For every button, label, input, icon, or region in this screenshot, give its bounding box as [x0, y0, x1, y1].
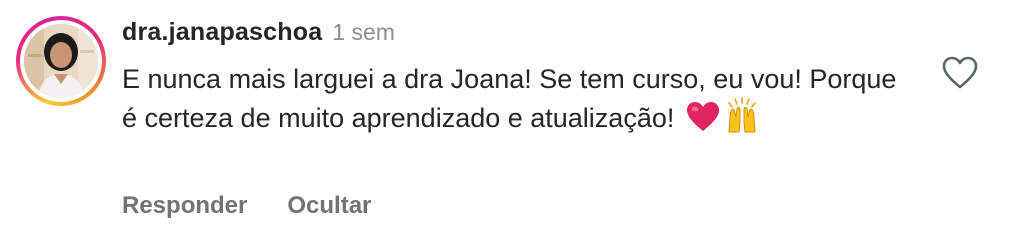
avatar-border	[20, 20, 102, 102]
reply-button[interactable]: Responder	[122, 192, 247, 220]
comment-text: E nunca mais larguei a dra Joana! Se tem…	[122, 64, 897, 133]
username[interactable]: dra.janapaschoa	[122, 18, 322, 47]
avatar-photo	[24, 24, 98, 98]
avatar[interactable]	[24, 24, 98, 98]
comment-header: dra.janapaschoa 1 sem	[122, 18, 922, 52]
like-heart-icon[interactable]	[942, 56, 978, 90]
heart-icon	[686, 101, 720, 142]
hide-button[interactable]: Ocultar	[287, 192, 371, 220]
comment-body: E nunca mais larguei a dra Joana! Se tem…	[122, 62, 912, 142]
story-ring[interactable]	[16, 16, 106, 106]
raised-hands-icon	[724, 97, 760, 142]
comment-actions: Responder Ocultar	[122, 192, 371, 220]
comment-content: dra.janapaschoa 1 sem E nunca mais largu…	[122, 18, 922, 142]
timestamp[interactable]: 1 sem	[332, 19, 395, 46]
comment: dra.janapaschoa 1 sem E nunca mais largu…	[0, 0, 1024, 246]
